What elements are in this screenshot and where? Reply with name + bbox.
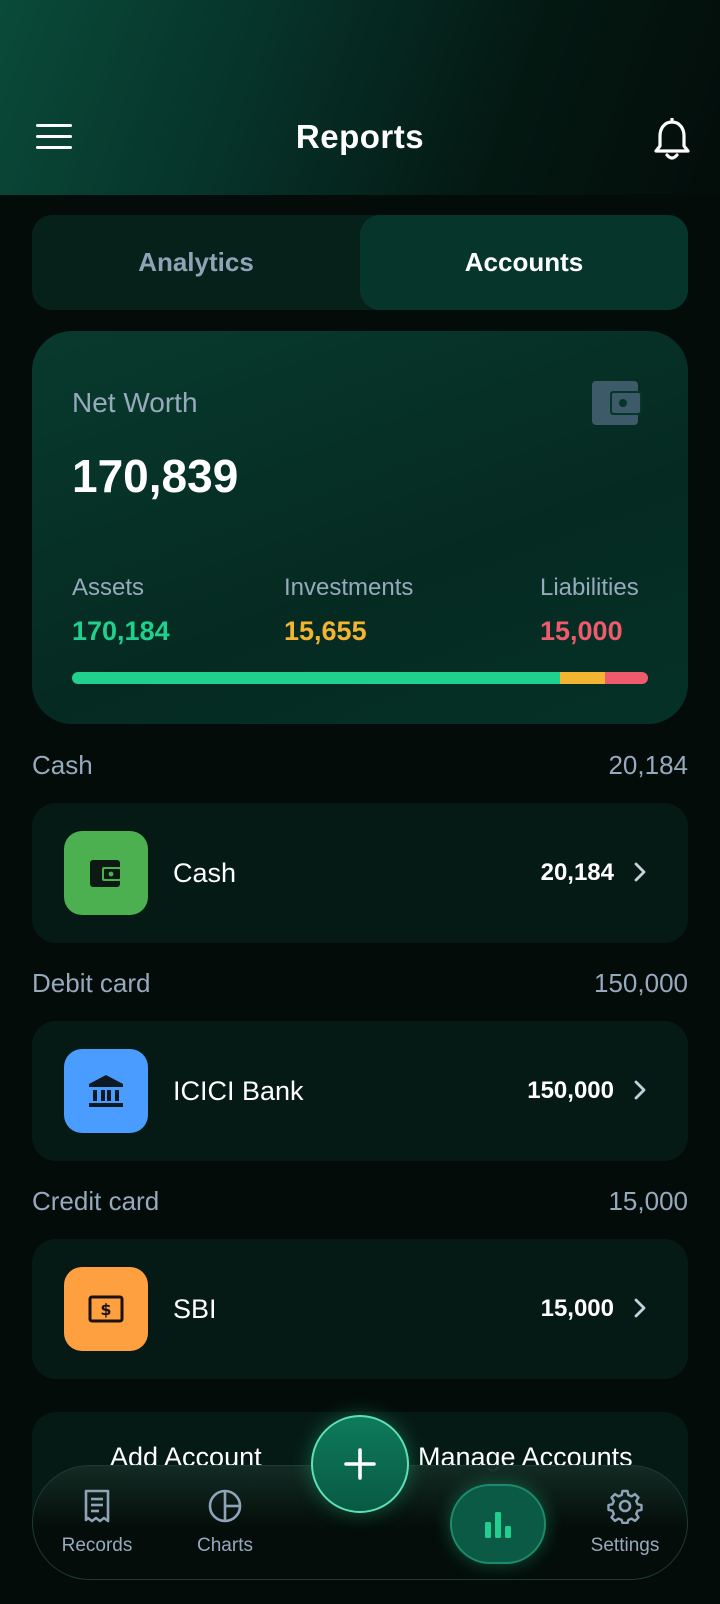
assets-value: 170,184 <box>72 616 170 646</box>
assets-stat: Assets 170,184 <box>72 574 170 647</box>
net-worth-value: 170,839 <box>72 450 239 502</box>
nav-charts[interactable]: Charts <box>175 1488 275 1557</box>
dollar-bill-icon: $ <box>64 1267 148 1351</box>
assets-bar-segment <box>72 672 561 684</box>
chevron-right-icon <box>634 1080 646 1100</box>
investments-bar-segment <box>560 672 606 684</box>
section-total: 150,000 <box>594 968 688 998</box>
section-title: Debit card <box>32 968 151 998</box>
liabilities-stat: Liabilities 15,000 <box>540 574 639 647</box>
section-total: 20,184 <box>608 750 688 780</box>
bank-icon <box>64 1049 148 1133</box>
investments-stat: Investments 15,655 <box>284 574 413 647</box>
section-header-debit-card: Debit card 150,000 <box>32 968 688 999</box>
nav-settings[interactable]: Settings <box>575 1488 675 1557</box>
account-card-icici-bank[interactable]: ICICI Bank 150,000 <box>32 1021 688 1161</box>
account-name: Cash <box>173 858 237 888</box>
account-card-cash[interactable]: Cash 20,184 <box>32 803 688 943</box>
account-amount: 15,000 <box>540 1295 614 1322</box>
svg-text:$: $ <box>100 1300 111 1319</box>
account-name: SBI <box>173 1294 217 1324</box>
assets-label: Assets <box>72 574 145 601</box>
section-title: Cash <box>32 750 93 780</box>
chevron-right-icon <box>634 862 646 882</box>
bar-chart-icon <box>485 1512 511 1538</box>
section-total: 15,000 <box>608 1186 688 1216</box>
report-tabs: Analytics Accounts <box>32 215 688 310</box>
investments-label: Investments <box>284 574 414 601</box>
wallet-icon <box>592 381 642 425</box>
plus-icon <box>344 1448 376 1480</box>
chevron-right-icon <box>634 1298 646 1318</box>
wallet-icon <box>64 831 148 915</box>
tab-accounts[interactable]: Accounts <box>360 215 688 310</box>
net-worth-label: Net Worth <box>72 387 198 418</box>
notification-bell-icon[interactable] <box>652 118 692 162</box>
nav-records[interactable]: Records <box>47 1488 147 1557</box>
investments-value: 15,655 <box>284 616 367 646</box>
nav-charts-label: Charts <box>197 1535 253 1556</box>
net-worth-card: Net Worth 170,839 Assets 170,184 Investm… <box>32 331 688 724</box>
section-header-credit-card: Credit card 15,000 <box>32 1186 688 1217</box>
account-amount: 20,184 <box>540 859 614 886</box>
page-title: Reports <box>295 118 425 155</box>
net-worth-breakdown-bar <box>72 672 648 684</box>
liabilities-value: 15,000 <box>540 616 623 646</box>
receipt-icon <box>84 1489 110 1523</box>
reports-screen: Reports Analytics Accounts Net Worth 170… <box>0 0 720 1604</box>
liabilities-label: Liabilities <box>540 574 639 601</box>
gear-icon <box>607 1489 643 1525</box>
nav-settings-label: Settings <box>590 1535 660 1556</box>
tab-analytics[interactable]: Analytics <box>32 215 360 310</box>
section-header-cash: Cash 20,184 <box>32 750 688 781</box>
app-header: Reports <box>0 0 720 195</box>
pie-chart-icon <box>208 1489 242 1523</box>
section-title: Credit card <box>32 1186 160 1216</box>
liabilities-bar-segment <box>605 672 648 684</box>
account-name: ICICI Bank <box>173 1076 304 1106</box>
nav-records-label: Records <box>61 1535 133 1556</box>
add-fab-button[interactable] <box>311 1415 409 1513</box>
account-amount: 150,000 <box>527 1077 614 1104</box>
nav-reports[interactable] <box>450 1484 546 1564</box>
account-card-sbi[interactable]: $ SBI 15,000 <box>32 1239 688 1379</box>
